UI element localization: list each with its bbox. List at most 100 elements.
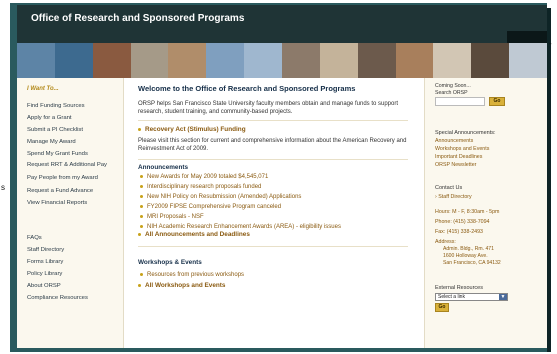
announcement-label: MRI Proposals - NSF — [147, 214, 204, 220]
main-content: Welcome to the Office of Research and Sp… — [128, 78, 418, 348]
announcement-item[interactable]: FY2009 FIPSE Comprehensive Program cance… — [140, 202, 341, 212]
intro-text: ORSP helps San Francisco State Universit… — [138, 101, 399, 115]
search-label: Search ORSP — [435, 90, 468, 96]
banner-photo — [509, 43, 547, 78]
sidebar-item[interactable]: Pay People from my Award — [27, 172, 107, 184]
header-corner — [507, 31, 547, 43]
special-announcements-heading: Special Announcements: — [435, 130, 496, 136]
special-announcement-link[interactable]: Workshops and Events — [435, 145, 489, 153]
announcement-item[interactable]: New Awards for May 2009 totaled $4,545,0… — [140, 172, 341, 182]
all-announcements-label: All Announcements and Deadlines — [145, 231, 250, 238]
banner-photo — [395, 43, 434, 78]
sidebar-item[interactable]: Forms Library — [27, 256, 88, 268]
banner-photo — [282, 43, 320, 78]
chevron-down-icon: ▼ — [499, 294, 507, 300]
address-line: 1600 Holloway Ave. — [443, 253, 488, 259]
external-resources-select[interactable]: Select a link ▼ — [435, 293, 508, 301]
announcement-label: NIH Academic Research Enhancement Awards… — [147, 224, 341, 230]
address-label: Address: — [435, 239, 456, 245]
announcement-item[interactable]: MRI Proposals - NSF — [140, 212, 341, 222]
banner-photo — [168, 43, 207, 78]
special-announcement-link[interactable]: Announcements — [435, 137, 489, 145]
edge-letter-left: s — [1, 183, 5, 192]
sidebar-item[interactable]: Apply for a Grant — [27, 112, 107, 124]
announcement-item[interactable]: Interdisciplinary research proposals fun… — [140, 182, 341, 192]
photo-banner — [17, 43, 547, 78]
banner-photo — [92, 43, 131, 78]
address-line: Admin. Bldg., Rm. 471 — [443, 246, 494, 252]
welcome-title: Welcome to the Office of Research and Sp… — [138, 84, 356, 93]
banner-photo — [54, 43, 93, 78]
hours-text: Hours: M - F, 8:30am - 5pm — [435, 209, 500, 215]
special-announcement-link[interactable]: Important Deadlines — [435, 153, 489, 161]
banner-photo — [357, 43, 396, 78]
sidebar-item[interactable]: Staff Directory — [27, 244, 88, 256]
recovery-act-label: Recovery Act (Stimulus) Funding — [145, 126, 246, 133]
divider — [138, 246, 408, 247]
select-value: Select a link — [438, 294, 465, 300]
announcement-label: New NIH Policy on Resubmission (Amended)… — [147, 194, 302, 200]
recovery-text: Please visit this section for current an… — [138, 138, 407, 152]
sidebar-item[interactable]: Manage My Award — [27, 136, 107, 148]
special-announcements-list: Announcements Workshops and Events Importa… — [435, 137, 489, 169]
all-announcements-link[interactable]: All Announcements and Deadlines — [138, 231, 250, 238]
right-sidebar: Coming Soon... Search ORSP Go Special An… — [424, 78, 547, 348]
bullet-icon — [138, 283, 141, 287]
bullet-icon — [140, 184, 143, 188]
banner-photo — [471, 43, 510, 78]
sidebar-item[interactable]: About ORSP — [27, 280, 88, 292]
sidebar-item[interactable]: FAQs — [27, 232, 88, 244]
sidebar-item[interactable]: Compliance Resources — [27, 292, 88, 304]
sidebar-item[interactable]: Submit a PI Checklist — [27, 124, 107, 136]
sidebar-item[interactable]: Policy Library — [27, 268, 88, 280]
banner-photo — [130, 43, 169, 78]
bullet-icon — [140, 174, 143, 178]
all-workshops-label: All Workshops and Events — [145, 282, 226, 289]
banner-photo — [319, 43, 358, 78]
content-columns: I Want To... Find Funding Sources Apply f… — [17, 78, 547, 348]
divider — [138, 159, 408, 160]
address-line: San Francisco, CA 94132 — [443, 260, 501, 266]
sidebar-item[interactable]: View Financial Reports — [27, 197, 107, 209]
sidebar-item[interactable]: Find Funding Sources — [27, 100, 107, 112]
search-go-button[interactable]: Go — [489, 97, 505, 106]
resource-nav-list: FAQs Staff Directory Forms Library Policy L… — [27, 232, 88, 305]
site-title[interactable]: Office of Research and Sponsored Program… — [31, 13, 244, 24]
search-input[interactable] — [435, 97, 485, 106]
sidebar-item[interactable]: Request a Fund Advance — [27, 185, 107, 197]
bullet-icon — [140, 194, 143, 198]
staff-directory-label: Staff Directory — [438, 194, 472, 200]
sidebar-item[interactable]: Spend My Grant Funds — [27, 148, 107, 160]
edge-mark-right: - — [549, 39, 552, 48]
external-resources-heading: External Resources — [435, 285, 483, 291]
sidebar-item[interactable]: Request RRT & Additional Pay — [27, 160, 107, 172]
left-nav-heading: I Want To... — [27, 86, 59, 92]
contact-heading: Contact Us — [435, 185, 463, 191]
bullet-icon — [138, 232, 141, 236]
bullet-icon — [140, 214, 143, 218]
announcements-list: New Awards for May 2009 totaled $4,545,0… — [140, 172, 341, 232]
workshop-item-label: Resources from previous workshops — [147, 272, 245, 278]
bullet-icon — [138, 127, 141, 131]
recovery-act-link[interactable]: Recovery Act (Stimulus) Funding — [138, 126, 246, 133]
banner-photo — [433, 43, 472, 78]
task-nav-list: Find Funding Sources Apply for a Grant Sub… — [27, 100, 107, 209]
announcement-item[interactable]: New NIH Policy on Resubmission (Amended)… — [140, 192, 341, 202]
address-block: Admin. Bldg., Rm. 471 1600 Holloway Ave. S… — [443, 246, 501, 267]
announcement-label: New Awards for May 2009 totaled $4,545,0… — [147, 174, 269, 180]
coming-soon-text: Coming Soon... — [435, 83, 471, 89]
external-go-button[interactable]: Go — [435, 303, 449, 312]
workshops-heading: Workshops & Events — [138, 259, 202, 266]
banner-photo — [17, 43, 55, 78]
phone-text: Phone: (415) 338-7094 — [435, 219, 490, 225]
site-header: Office of Research and Sponsored Program… — [17, 5, 547, 43]
banner-photo — [244, 43, 283, 78]
staff-directory-link[interactable]: › Staff Directory — [435, 193, 472, 201]
special-announcement-link[interactable]: ORSP Newsletter — [435, 161, 489, 169]
bullet-icon — [140, 224, 143, 228]
workshop-item-link[interactable]: Resources from previous workshops — [140, 270, 244, 280]
all-workshops-link[interactable]: All Workshops and Events — [138, 282, 226, 289]
left-sidebar: I Want To... Find Funding Sources Apply f… — [17, 78, 124, 348]
banner-photo — [206, 43, 245, 78]
divider — [138, 120, 408, 121]
